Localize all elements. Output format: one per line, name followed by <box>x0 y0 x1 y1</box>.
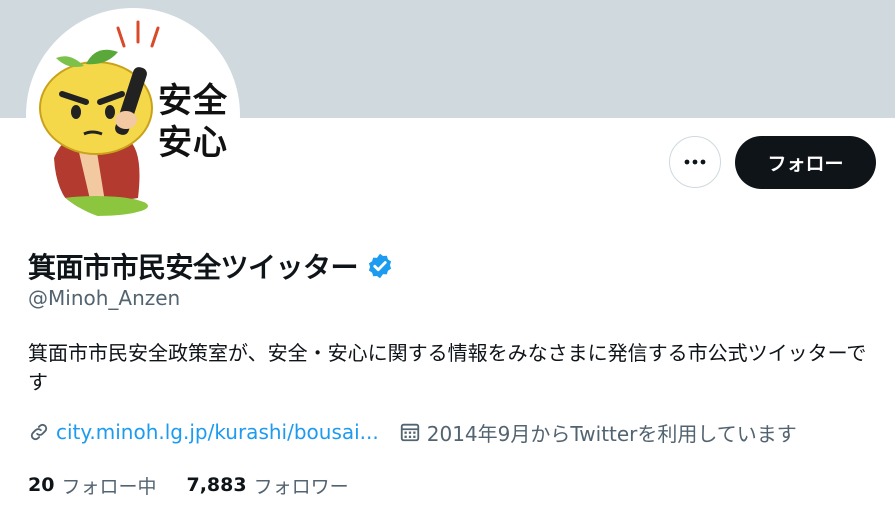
following-link[interactable]: 20 フォロー中 <box>28 472 156 499</box>
follow-button[interactable]: フォロー <box>735 136 876 189</box>
profile-bio: 箕面市市民安全政策室が、安全・安心に関する情報をみなさまに発信する市公式ツイッタ… <box>28 341 867 394</box>
link-icon <box>30 423 48 441</box>
profile-stats: 20 フォロー中 7,883 フォロワー <box>28 471 349 499</box>
profile-website-link[interactable]: city.minoh.lg.jp/kurashi/bousai... <box>28 420 379 444</box>
followers-label: フォロワー <box>253 475 349 498</box>
more-options-button[interactable] <box>669 136 721 188</box>
profile-meta: city.minoh.lg.jp/kurashi/bousai... 2014年… <box>28 418 797 446</box>
more-dots-icon <box>684 159 706 165</box>
profile-name-row: 箕面市市民安全ツイッター <box>28 246 394 286</box>
following-count: 20 <box>28 474 55 496</box>
avatar-caption-line-1: 安全 <box>158 81 228 121</box>
avatar-caption: 安全 安心 <box>158 80 238 164</box>
profile-website-text[interactable]: city.minoh.lg.jp/kurashi/bousai... <box>56 420 379 444</box>
calendar-icon <box>400 423 419 442</box>
followers-link[interactable]: 7,883 フォロワー <box>186 472 348 499</box>
verified-badge-icon[interactable] <box>366 252 394 280</box>
profile-handle: @Minoh_Anzen <box>28 286 181 310</box>
profile-joined-date: 2014年9月からTwitterを利用しています <box>399 418 797 447</box>
avatar-caption-line-2: 安心 <box>158 123 228 163</box>
joined-text: 2014年9月からTwitterを利用しています <box>426 421 797 446</box>
followers-count: 7,883 <box>186 474 247 496</box>
display-name: 箕面市市民安全ツイッター <box>28 251 359 284</box>
following-label: フォロー中 <box>61 475 157 498</box>
profile-avatar[interactable]: 安全 安心 <box>26 8 240 222</box>
